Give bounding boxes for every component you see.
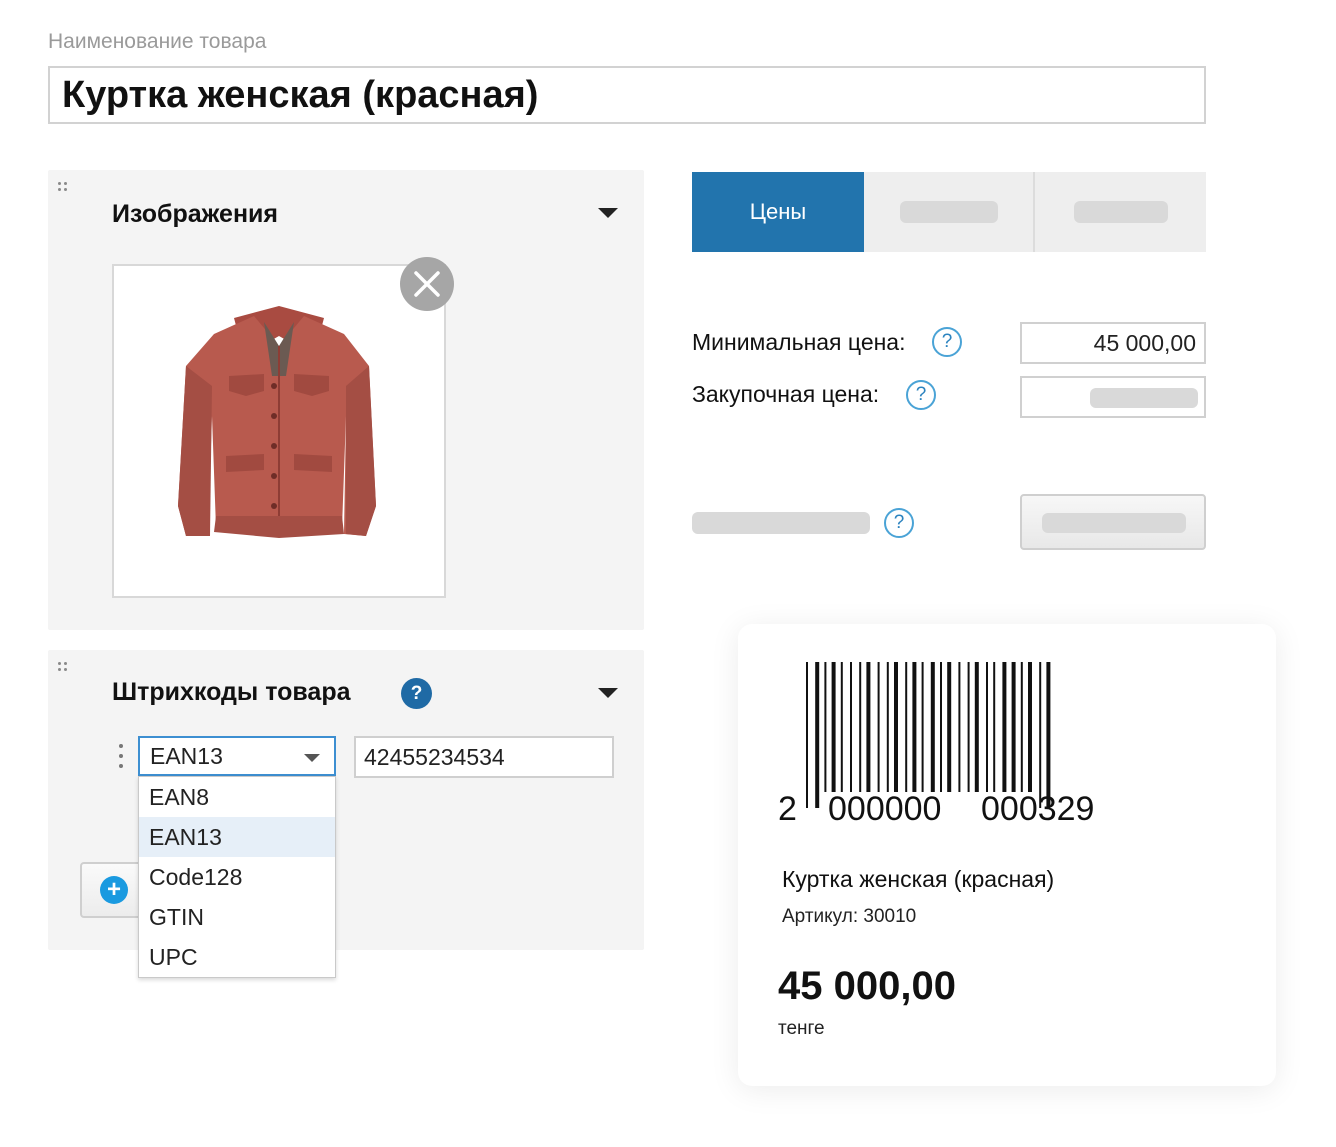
barcode-bar [1011,662,1016,792]
purchase-price-input[interactable] [1020,376,1206,418]
barcode-bar [921,662,924,792]
button-skeleton-label [1042,513,1186,533]
label-sku: Артикул: 30010 [782,906,917,927]
barcode-bar [894,662,898,792]
product-name-label: Наименование товара [48,30,267,53]
label-product-name: Куртка женская (красная) [782,866,1055,892]
skeleton-action-button[interactable] [1020,494,1206,550]
close-icon [414,271,440,297]
barcodes-panel-title: Штрихкоды товара [112,678,351,706]
barcode-bar [824,662,827,792]
barcode-bar [840,662,843,792]
barcode-bar [1020,662,1023,792]
chevron-down-icon [304,754,320,762]
barcode-bar [850,662,852,792]
dropdown-option-gtin[interactable]: GTIN [139,897,335,937]
barcode-bar [866,662,871,792]
barcode-digits-right: 000329 [981,790,1094,828]
tab-skeleton-label [899,201,998,223]
min-price-input[interactable]: 45 000,00 [1020,322,1206,364]
barcode-digits-left: 000000 [828,790,941,828]
tab-skeleton-label [1073,201,1168,223]
barcode-bar [859,662,862,792]
dropdown-option-ean13[interactable]: EAN13 [139,817,335,857]
barcode-bar [1039,662,1042,808]
barcode-bar [986,662,988,792]
barcode-value-input[interactable]: 42455234534 [354,736,614,778]
barcode-type-value: EAN13 [150,743,223,769]
jacket-image [178,306,376,538]
barcode-bar [905,662,908,792]
barcode-bar [1046,662,1051,808]
barcode-bar [806,662,808,808]
tab-prices[interactable]: Цены [692,172,864,252]
product-image-frame[interactable] [112,264,446,598]
label-price: 45 000,00 [778,964,956,1008]
barcode-digit-prefix: 2 [778,790,797,828]
tab-placeholder-3[interactable] [1035,172,1206,252]
plus-icon: + [100,876,128,904]
tab-bar: Цены [692,172,1206,252]
row-drag-handle-icon[interactable] [118,744,124,770]
barcode-bar [1002,662,1007,792]
barcode-bar [815,662,820,808]
images-panel-title: Изображения [112,200,279,228]
barcode-bar [993,662,996,792]
dropdown-option-code128[interactable]: Code128 [139,857,335,897]
purchase-price-label: Закупочная цена: [692,381,880,407]
barcodes-help-icon[interactable]: ? [401,678,432,709]
drag-handle-icon[interactable] [58,182,70,194]
barcode-bar [930,662,935,792]
barcode-bar [967,662,970,792]
dropdown-option-upc[interactable]: UPC [139,937,335,977]
barcode-bar [886,662,889,792]
purchase-price-help-icon[interactable]: ? [906,380,936,410]
barcode-image: 2 000000 000329 [778,662,1094,828]
label-currency: тенге [778,1018,825,1039]
extra-field-help-icon[interactable]: ? [884,508,914,538]
barcode-bar [831,662,836,792]
barcode-type-select[interactable]: EAN13 [138,736,336,776]
drag-handle-icon[interactable] [58,662,70,674]
barcode-bar [974,662,979,792]
field-skeleton-label [692,512,870,534]
dropdown-option-ean8[interactable]: EAN8 [139,777,335,817]
tab-placeholder-2[interactable] [864,172,1035,252]
barcode-bar [947,662,952,792]
barcode-type-dropdown: EAN8 EAN13 Code128 GTIN UPC [138,776,336,978]
product-name-input[interactable]: Куртка женская (красная) [48,66,1206,124]
collapse-images-caret-icon[interactable] [598,208,618,218]
min-price-label: Минимальная цена: [692,329,906,355]
barcode-bar [940,662,942,792]
remove-image-button[interactable] [400,257,454,311]
barcode-bar [1028,662,1032,792]
barcode-bar [912,662,917,792]
barcode-bar [877,662,880,792]
barcode-bar [958,662,961,792]
barcode-bars [806,662,1051,808]
collapse-barcodes-caret-icon[interactable] [598,688,618,698]
purchase-price-skeleton [1090,388,1198,408]
min-price-help-icon[interactable]: ? [932,327,962,357]
